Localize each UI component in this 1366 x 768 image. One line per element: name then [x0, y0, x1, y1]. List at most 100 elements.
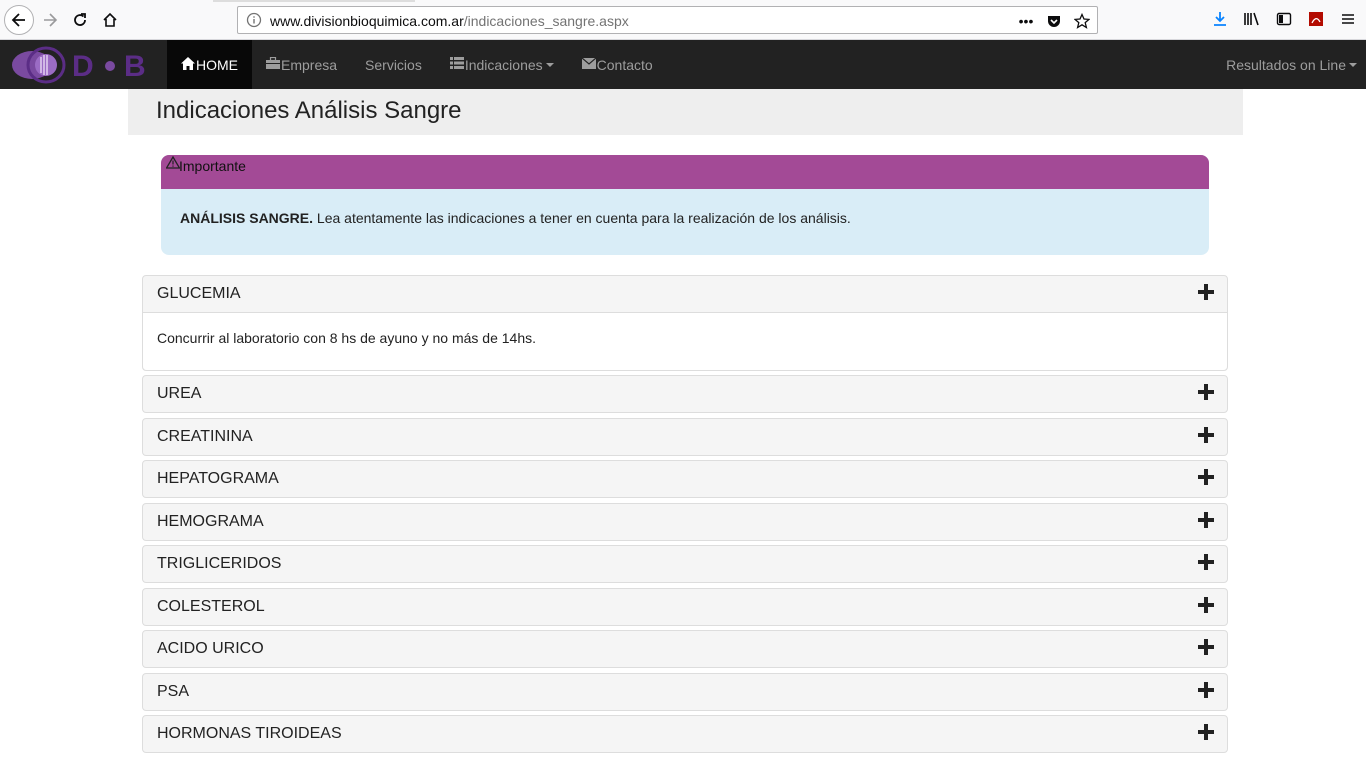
alert-text: Lea atentamente las indicaciones a tener…: [313, 210, 851, 226]
url-actions: •••: [1017, 11, 1091, 31]
logo-icon: D B: [12, 46, 146, 84]
accordion-header[interactable]: COLESTEROL: [143, 589, 1227, 625]
home-icon: [181, 56, 195, 73]
accordion-header[interactable]: HORMONAS TIROIDEAS: [143, 716, 1227, 752]
library-icon[interactable]: [1242, 9, 1262, 29]
accordion-title: HEMOGRAMA: [157, 513, 264, 530]
warning-icon: [165, 155, 181, 172]
svg-text:B: B: [124, 50, 146, 83]
accordion-item-hormonas-tiroideas: HORMONAS TIROIDEAS: [142, 715, 1228, 753]
accordion-header[interactable]: HEPATOGRAMA: [143, 461, 1227, 497]
accordion-title: GLUCEMIA: [157, 285, 241, 302]
svg-text:D: D: [72, 50, 94, 83]
nav-indicaciones[interactable]: Indicaciones: [436, 40, 568, 89]
plus-icon[interactable]: [1198, 469, 1214, 485]
accordion-item-colesterol: COLESTEROL: [142, 588, 1228, 626]
accordion-title: HEPATOGRAMA: [157, 470, 279, 487]
tab-indicator: [213, 0, 415, 2]
accordion-header[interactable]: TRIGLICERIDOS: [143, 546, 1227, 582]
arrow-left-icon: [11, 13, 25, 27]
accordion-title: TRIGLICERIDOS: [157, 555, 282, 572]
nav-indicaciones-label: Indicaciones: [464, 56, 543, 73]
nav-menu: HOME Empresa Servicios Indicaciones Cont…: [167, 40, 667, 89]
browser-home-button[interactable]: [96, 6, 124, 34]
envelope-icon: [581, 57, 597, 72]
pocket-icon[interactable]: [1045, 12, 1063, 30]
url-domain: www.divisionbioquimica.com.ar: [270, 13, 464, 29]
browser-tools: [1210, 9, 1358, 29]
accordion-item-hepatograma: HEPATOGRAMA: [142, 460, 1228, 498]
plus-icon[interactable]: [1198, 512, 1214, 528]
site-navbar: D B HOME Empresa Servicios Indicaciones: [0, 40, 1366, 89]
briefcase-icon: [266, 56, 280, 72]
info-icon[interactable]: [246, 12, 262, 28]
nav-contacto-label: Contacto: [596, 56, 653, 73]
nav-empresa[interactable]: Empresa: [252, 40, 351, 89]
important-alert: Importante ANÁLISIS SANGRE. Lea atentame…: [161, 155, 1209, 255]
pdf-icon[interactable]: [1306, 9, 1326, 29]
accordion-body: Concurrir al laboratorio con 8 hs de ayu…: [143, 312, 1227, 370]
arrow-right-icon: [44, 13, 58, 27]
accordion-item-creatinina: CREATININA: [142, 418, 1228, 456]
nav-servicios-label: Servicios: [365, 56, 422, 73]
reload-icon: [74, 13, 86, 26]
accordion-item-hemograma: HEMOGRAMA: [142, 503, 1228, 541]
more-actions-icon[interactable]: •••: [1017, 12, 1035, 30]
accordion-title: HORMONAS TIROIDEAS: [157, 725, 342, 742]
plus-icon[interactable]: [1198, 284, 1214, 300]
accordion-item-psa: PSA: [142, 673, 1228, 711]
page-title: Indicaciones Análisis Sangre: [156, 97, 462, 124]
url-path: /indicaciones_sangre.aspx: [463, 13, 629, 29]
accordion-header[interactable]: UREA: [143, 376, 1227, 412]
nav-home-label: HOME: [196, 56, 238, 73]
list-icon: [449, 57, 464, 72]
chevron-down-icon: [1349, 62, 1357, 67]
url-text[interactable]: www.divisionbioquimica.com.ar/indicacion…: [270, 13, 629, 29]
accordion-body-text: Concurrir al laboratorio con 8 hs de ayu…: [157, 330, 536, 346]
page-header: Indicaciones Análisis Sangre: [128, 89, 1243, 135]
accordion-header[interactable]: HEMOGRAMA: [143, 504, 1227, 540]
star-icon[interactable]: [1073, 12, 1091, 30]
chevron-down-icon: [545, 62, 554, 67]
alert-body: ANÁLISIS SANGRE. Lea atentamente las ind…: [180, 210, 851, 226]
accordion-title: COLESTEROL: [157, 598, 265, 615]
plus-icon[interactable]: [1198, 554, 1214, 570]
plus-icon[interactable]: [1198, 724, 1214, 740]
plus-icon[interactable]: [1198, 639, 1214, 655]
forward-button[interactable]: [36, 6, 64, 34]
accordion-header[interactable]: CREATININA: [143, 419, 1227, 455]
brand-logo[interactable]: D B: [10, 45, 155, 85]
sidebar-icon[interactable]: [1274, 9, 1294, 29]
plus-icon[interactable]: [1198, 427, 1214, 443]
alert-title: Importante: [179, 158, 246, 174]
nav-servicios[interactable]: Servicios: [351, 40, 436, 89]
back-button[interactable]: [4, 5, 34, 35]
reload-button[interactable]: [66, 6, 94, 34]
accordion-item-glucemia: GLUCEMIA Concurrir al laboratorio con 8 …: [142, 275, 1228, 371]
house-icon: [103, 12, 117, 27]
hamburger-menu-icon[interactable]: [1338, 9, 1358, 29]
accordion-title: CREATININA: [157, 428, 253, 445]
plus-icon[interactable]: [1198, 597, 1214, 613]
nav-resultados-label: Resultados on Line: [1226, 56, 1346, 73]
accordion-header[interactable]: GLUCEMIA: [143, 276, 1227, 312]
alert-heading: Importante: [161, 155, 1209, 189]
nav-empresa-label: Empresa: [281, 56, 338, 73]
accordion-item-urea: UREA: [142, 375, 1228, 413]
nav-home[interactable]: HOME: [167, 40, 252, 89]
accordion-title: PSA: [157, 683, 190, 700]
url-bar[interactable]: www.divisionbioquimica.com.ar/indicacion…: [237, 6, 1098, 34]
accordion-title: ACIDO URICO: [157, 640, 264, 657]
plus-icon[interactable]: [1198, 384, 1214, 400]
nav-resultados[interactable]: Resultados on Line: [1226, 40, 1357, 89]
accordion-header[interactable]: PSA: [143, 674, 1227, 710]
accordion-item-acido-urico: ACIDO URICO: [142, 630, 1228, 668]
alert-bold-text: ANÁLISIS SANGRE.: [180, 210, 314, 226]
browser-toolbar: www.divisionbioquimica.com.ar/indicacion…: [0, 0, 1366, 40]
accordion-title: UREA: [157, 385, 202, 402]
download-icon[interactable]: [1210, 9, 1230, 29]
accordion-header[interactable]: ACIDO URICO: [143, 631, 1227, 667]
nav-contacto[interactable]: Contacto: [568, 40, 667, 89]
accordion-item-trigliceridos: TRIGLICERIDOS: [142, 545, 1228, 583]
plus-icon[interactable]: [1198, 682, 1214, 698]
